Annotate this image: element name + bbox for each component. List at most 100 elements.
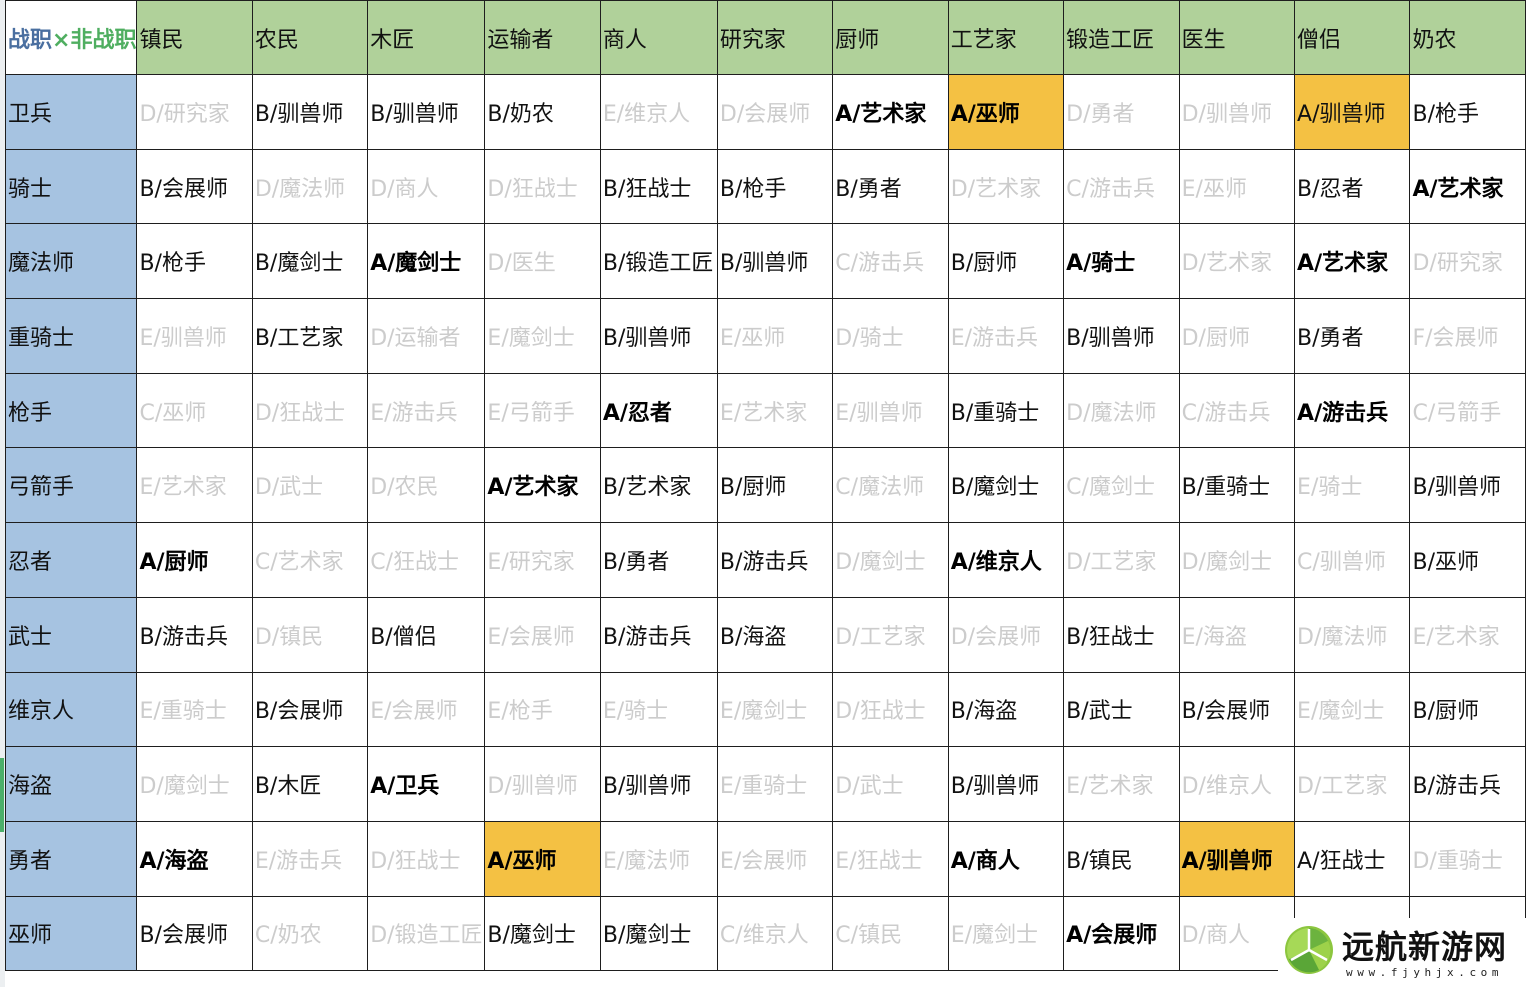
grid-cell[interactable]: E/魔法师 (599, 820, 718, 897)
grid-cell[interactable]: A/忍者 (599, 372, 718, 449)
grid-cell[interactable]: A/巫师 (484, 820, 601, 897)
grid-cell[interactable]: A/维京人 (947, 522, 1065, 598)
grid-cell[interactable]: E/会展师 (484, 596, 601, 673)
grid-cell[interactable]: D/勇者 (1063, 74, 1180, 150)
grid-cell[interactable]: B/会展师 (251, 671, 369, 748)
grid-cell[interactable]: B/驯兽师 (1409, 447, 1526, 524)
grid-cell[interactable]: E/会展师 (367, 671, 486, 748)
grid-cell[interactable]: B/驯兽师 (251, 74, 369, 150)
column-header-cell[interactable]: 商人 (599, 0, 718, 75)
grid-cell[interactable]: D/驯兽师 (1178, 74, 1296, 150)
grid-cell[interactable]: E/艺术家 (716, 372, 834, 449)
grid-cell[interactable]: D/会展师 (716, 74, 834, 150)
grid-cell[interactable]: C/镇民 (832, 895, 949, 972)
row-header-cell[interactable]: 骑士 (4, 148, 138, 225)
grid-cell[interactable]: D/魔剑士 (136, 746, 253, 822)
grid-cell[interactable]: A/游击兵 (1294, 372, 1411, 449)
row-header-cell[interactable]: 维京人 (4, 671, 138, 748)
grid-cell[interactable]: C/游击兵 (1178, 372, 1296, 449)
grid-cell[interactable]: B/驯兽师 (716, 223, 834, 300)
grid-cell[interactable]: B/驯兽师 (599, 746, 718, 822)
grid-cell[interactable]: B/武士 (1063, 671, 1180, 748)
grid-cell[interactable]: D/运输者 (367, 298, 486, 374)
grid-cell[interactable]: A/狂战士 (1294, 820, 1411, 897)
grid-cell[interactable]: E/艺术家 (1409, 596, 1526, 673)
grid-cell[interactable]: A/魔剑士 (367, 223, 486, 300)
grid-cell[interactable]: D/狂战士 (251, 372, 369, 449)
grid-cell[interactable]: E/巫师 (716, 298, 834, 374)
row-header-cell[interactable]: 枪手 (4, 372, 138, 449)
grid-cell[interactable]: E/游击兵 (947, 298, 1065, 374)
grid-cell[interactable]: B/枪手 (1409, 74, 1526, 150)
row-header-cell[interactable]: 武士 (4, 596, 138, 673)
grid-cell[interactable]: B/游击兵 (136, 596, 253, 673)
row-header-cell[interactable]: 弓箭手 (4, 447, 138, 524)
row-header-cell[interactable]: 魔法师 (4, 223, 138, 300)
grid-cell[interactable]: D/狂战士 (484, 148, 601, 225)
column-header-cell[interactable]: 厨师 (832, 0, 949, 75)
grid-cell[interactable]: B/厨师 (1409, 671, 1526, 748)
grid-cell[interactable]: C/弓箭手 (1409, 372, 1526, 449)
grid-cell[interactable]: D/重骑士 (1409, 820, 1526, 897)
grid-cell[interactable]: D/魔剑士 (1178, 522, 1296, 598)
grid-cell[interactable]: D/维京人 (1178, 746, 1296, 822)
column-header-cell[interactable]: 研究家 (716, 0, 834, 75)
grid-cell[interactable]: B/勇者 (1294, 298, 1411, 374)
grid-cell[interactable]: A/驯兽师 (1178, 820, 1296, 897)
grid-cell[interactable]: E/驯兽师 (136, 298, 253, 374)
row-header-cell[interactable]: 忍者 (4, 522, 138, 598)
grid-cell[interactable]: B/魔剑士 (947, 447, 1065, 524)
column-header-cell[interactable]: 运输者 (484, 0, 601, 75)
grid-cell[interactable]: B/会展师 (136, 148, 253, 225)
grid-cell[interactable]: B/游击兵 (599, 596, 718, 673)
grid-cell[interactable]: E/游击兵 (251, 820, 369, 897)
grid-cell[interactable]: C/游击兵 (1063, 148, 1180, 225)
grid-cell[interactable]: D/农民 (367, 447, 486, 524)
grid-cell[interactable]: D/工艺家 (1294, 746, 1411, 822)
grid-cell[interactable]: C/魔法师 (832, 447, 949, 524)
grid-cell[interactable]: B/海盗 (947, 671, 1065, 748)
grid-cell[interactable]: B/巫师 (1409, 522, 1526, 598)
grid-cell[interactable]: D/艺术家 (947, 148, 1065, 225)
grid-cell[interactable]: E/魔剑士 (716, 671, 834, 748)
grid-cell[interactable]: B/厨师 (716, 447, 834, 524)
grid-cell[interactable]: D/魔剑士 (832, 522, 949, 598)
grid-cell[interactable]: B/木匠 (251, 746, 369, 822)
grid-cell[interactable]: D/锻造工匠 (367, 895, 486, 972)
grid-cell[interactable]: B/狂战士 (599, 148, 718, 225)
grid-cell[interactable]: B/忍者 (1294, 148, 1411, 225)
grid-cell[interactable]: E/重骑士 (136, 671, 253, 748)
grid-cell[interactable]: A/会展师 (1063, 895, 1180, 972)
grid-cell[interactable]: C/狂战士 (367, 522, 486, 598)
column-header-cell[interactable]: 镇民 (136, 0, 253, 75)
grid-cell[interactable]: E/游击兵 (367, 372, 486, 449)
grid-cell[interactable]: E/驯兽师 (832, 372, 949, 449)
grid-cell[interactable]: B/魔剑士 (484, 895, 601, 972)
grid-cell[interactable]: D/狂战士 (367, 820, 486, 897)
grid-cell[interactable]: D/艺术家 (1178, 223, 1296, 300)
grid-cell[interactable]: C/维京人 (716, 895, 834, 972)
grid-cell[interactable]: D/魔法师 (1294, 596, 1411, 673)
grid-cell[interactable]: B/艺术家 (599, 447, 718, 524)
grid-cell[interactable]: E/魔剑士 (947, 895, 1065, 972)
grid-cell[interactable]: E/枪手 (484, 671, 601, 748)
grid-cell[interactable]: D/驯兽师 (484, 746, 601, 822)
grid-cell[interactable]: C/艺术家 (251, 522, 369, 598)
grid-cell[interactable]: B/勇者 (599, 522, 718, 598)
grid-cell[interactable]: B/驯兽师 (1063, 298, 1180, 374)
column-header-cell[interactable]: 木匠 (367, 0, 486, 75)
grid-cell[interactable]: E/维京人 (599, 74, 718, 150)
grid-cell[interactable]: D/武士 (832, 746, 949, 822)
grid-cell[interactable]: E/艺术家 (136, 447, 253, 524)
grid-cell[interactable]: D/商人 (367, 148, 486, 225)
grid-cell[interactable]: B/镇民 (1063, 820, 1180, 897)
grid-cell[interactable]: D/武士 (251, 447, 369, 524)
grid-cell[interactable]: D/研究家 (136, 74, 253, 150)
grid-cell[interactable]: E/巫师 (1178, 148, 1296, 225)
grid-cell[interactable]: E/研究家 (484, 522, 601, 598)
row-header-cell[interactable]: 巫师 (4, 895, 138, 972)
grid-cell[interactable]: D/工艺家 (832, 596, 949, 673)
grid-cell[interactable]: B/魔剑士 (599, 895, 718, 972)
grid-cell[interactable]: D/会展师 (947, 596, 1065, 673)
row-header-cell[interactable]: 海盗 (4, 746, 138, 822)
